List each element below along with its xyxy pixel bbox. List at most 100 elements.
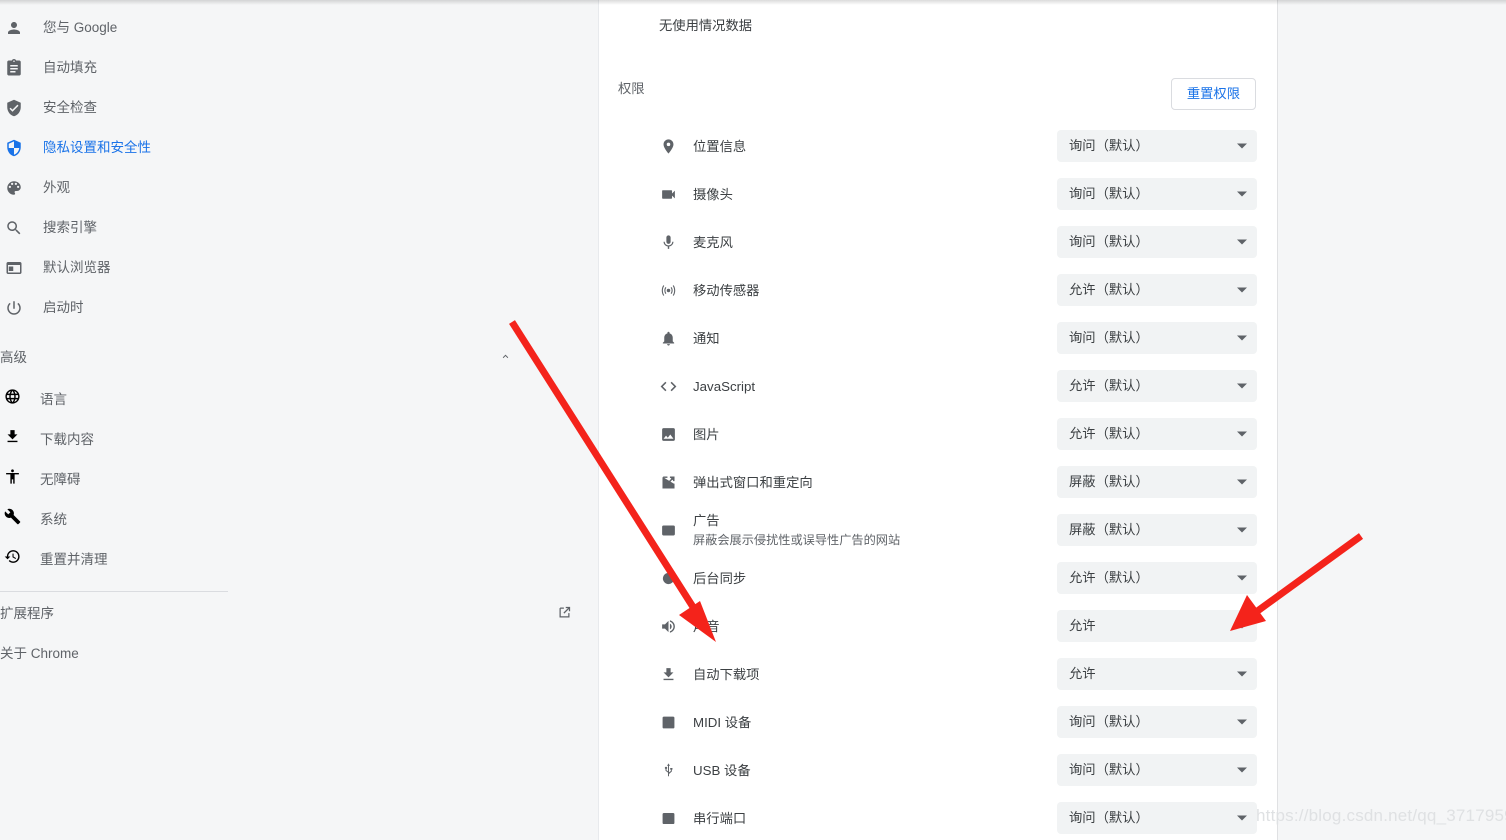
sidebar-item-search-engine[interactable]: 搜索引擎 — [0, 208, 598, 248]
code-brackets-icon — [658, 376, 678, 396]
sidebar-item-label: 系统 — [40, 512, 67, 527]
chevron-down-icon — [1237, 381, 1247, 391]
sidebar-item-label: 关于 Chrome — [0, 646, 79, 661]
permission-select-motion-sensors[interactable]: 允许（默认） — [1057, 274, 1257, 306]
permission-select-images[interactable]: 允许（默认） — [1057, 418, 1257, 450]
chevron-up-icon — [498, 349, 512, 363]
sidebar-item-system[interactable]: 系统 — [0, 498, 598, 538]
permission-select-javascript[interactable]: 允许（默认） — [1057, 370, 1257, 402]
chevron-down-icon — [1237, 333, 1247, 343]
permission-label: 移动传感器 — [693, 282, 760, 298]
select-value: 询问（默认） — [1069, 138, 1149, 153]
permission-select-automatic-downloads[interactable]: 允许 — [1057, 658, 1257, 690]
power-icon — [4, 298, 24, 318]
permission-row-motion-sensors[interactable]: 移动传感器 允许（默认） — [599, 266, 1278, 314]
permission-label: 图片 — [693, 426, 720, 442]
permission-sublabel: 屏蔽会展示侵扰性或误导性广告的网站 — [693, 533, 901, 547]
permission-row-javascript[interactable]: JavaScript 允许（默认） — [599, 362, 1278, 410]
sidebar-item-label: 搜索引擎 — [43, 220, 97, 235]
page-title: 权限 — [618, 81, 645, 96]
permission-row-location[interactable]: 位置信息 询问（默认） — [599, 122, 1278, 170]
sidebar-item-on-startup[interactable]: 启动时 — [0, 288, 598, 328]
permission-row-automatic-downloads[interactable]: 自动下载项 允许 — [599, 650, 1278, 698]
permission-select-location[interactable]: 询问（默认） — [1057, 130, 1257, 162]
watermark-text: https://blog.csdn.net/qq_37179591 — [1256, 806, 1506, 825]
sidebar-item-default-browser[interactable]: 默认浏览器 — [0, 248, 598, 288]
permission-row-serial-ports[interactable]: 串行端口 询问（默认） — [599, 794, 1278, 840]
permission-select-microphone[interactable]: 询问（默认） — [1057, 226, 1257, 258]
select-value: 允许 — [1069, 618, 1096, 633]
search-icon — [4, 218, 24, 238]
reset-permissions-button[interactable]: 重置权限 — [1170, 78, 1256, 110]
select-value: 询问（默认） — [1069, 330, 1149, 345]
chevron-down-icon — [1237, 813, 1247, 823]
usb-icon — [658, 760, 678, 780]
sidebar-item-label: 隐私设置和安全性 — [43, 140, 151, 155]
sound-icon — [658, 616, 678, 636]
permission-label: 麦克风 — [693, 234, 733, 250]
bell-icon — [658, 328, 678, 348]
sidebar-item-label: 自动填充 — [43, 60, 97, 75]
sidebar-item-autofill[interactable]: 自动填充 — [0, 48, 598, 88]
permission-text: 声音 — [693, 617, 720, 636]
sidebar-item-label: 安全检查 — [43, 100, 97, 115]
permission-row-popups[interactable]: 弹出式窗口和重定向 屏蔽（默认） — [599, 458, 1278, 506]
chevron-down-icon — [1237, 429, 1247, 439]
sidebar-item-extensions[interactable]: 扩展程序 — [0, 592, 598, 632]
clipboard-icon — [4, 58, 24, 78]
sidebar-item-appearance[interactable]: 外观 — [0, 168, 598, 208]
permission-row-camera[interactable]: 摄像头 询问（默认） — [599, 170, 1278, 218]
permission-row-images[interactable]: 图片 允许（默认） — [599, 410, 1278, 458]
sidebar-item-you-and-google[interactable]: 您与 Google — [0, 8, 598, 48]
permission-select-sound[interactable]: 允许 — [1057, 610, 1257, 642]
sidebar-item-accessibility[interactable]: 无障碍 — [0, 458, 598, 498]
midi-keyboard-icon — [658, 712, 678, 732]
permission-text: 摄像头 — [693, 185, 733, 204]
sidebar-item-downloads[interactable]: 下载内容 — [0, 418, 598, 458]
permissions-list: 位置信息 询问（默认） 摄像头 询问（默认） 麦克风 询问（默认） 移动传感器 … — [599, 122, 1278, 840]
motion-sensor-icon — [658, 280, 678, 300]
permission-text: 广告 屏蔽会展示侵扰性或误导性广告的网站 — [693, 511, 900, 549]
permission-label: 自动下载项 — [693, 666, 760, 682]
sidebar-item-languages[interactable]: 语言 — [0, 378, 598, 418]
sidebar-item-label: 下载内容 — [40, 432, 94, 447]
camera-icon — [658, 184, 678, 204]
permission-row-microphone[interactable]: 麦克风 询问（默认） — [599, 218, 1278, 266]
sidebar-advanced-toggle[interactable]: 高级 — [0, 336, 598, 376]
permission-text: 位置信息 — [693, 137, 746, 156]
permission-select-midi-devices[interactable]: 询问（默认） — [1057, 706, 1257, 738]
permission-select-camera[interactable]: 询问（默认） — [1057, 178, 1257, 210]
permission-text: 弹出式窗口和重定向 — [693, 473, 813, 492]
permission-select-popups[interactable]: 屏蔽（默认） — [1057, 466, 1257, 498]
globe-icon — [4, 388, 21, 408]
sidebar-item-safety-check[interactable]: 安全检查 — [0, 88, 598, 128]
sidebar-item-reset-and-cleanup[interactable]: 重置并清理 — [0, 538, 598, 578]
permission-row-ads[interactable]: 广告 屏蔽会展示侵扰性或误导性广告的网站 屏蔽（默认） — [599, 506, 1278, 554]
sidebar-item-label: 语言 — [40, 392, 67, 407]
permission-text: 移动传感器 — [693, 281, 759, 300]
browser-window-icon — [4, 258, 24, 278]
permission-row-midi-devices[interactable]: MIDI 设备 询问（默认） — [599, 698, 1278, 746]
permission-select-notifications[interactable]: 询问（默认） — [1057, 322, 1257, 354]
sidebar-item-about-chrome[interactable]: 关于 Chrome — [0, 632, 598, 672]
wrench-icon — [4, 508, 21, 528]
permission-select-usb-devices[interactable]: 询问（默认） — [1057, 754, 1257, 786]
permission-row-usb-devices[interactable]: USB 设备 询问（默认） — [599, 746, 1278, 794]
permission-row-notifications[interactable]: 通知 询问（默认） — [599, 314, 1278, 362]
sidebar-item-label: 重置并清理 — [40, 552, 108, 567]
image-icon — [658, 424, 678, 444]
permission-select-ads[interactable]: 屏蔽（默认） — [1057, 514, 1257, 546]
permission-select-serial-ports[interactable]: 询问（默认） — [1057, 802, 1257, 834]
permission-select-background-sync[interactable]: 允许（默认） — [1057, 562, 1257, 594]
usage-data-text: 无使用情况数据 — [659, 18, 753, 33]
sync-icon — [658, 568, 678, 588]
palette-icon — [4, 178, 24, 198]
select-value: 允许（默认） — [1069, 570, 1149, 585]
shield-check-icon — [4, 98, 24, 118]
permission-row-sound[interactable]: 声音 允许 — [599, 602, 1278, 650]
permission-label: 摄像头 — [693, 186, 733, 202]
permission-row-background-sync[interactable]: 后台同步 允许（默认） — [599, 554, 1278, 602]
chrome-settings-page: 您与 Google 自动填充 安全检查 隐私设置和安全性 外观 搜索引擎 默认浏… — [0, 0, 1506, 840]
sidebar-item-privacy-and-security[interactable]: 隐私设置和安全性 — [0, 128, 598, 168]
history-restore-icon — [4, 548, 21, 568]
